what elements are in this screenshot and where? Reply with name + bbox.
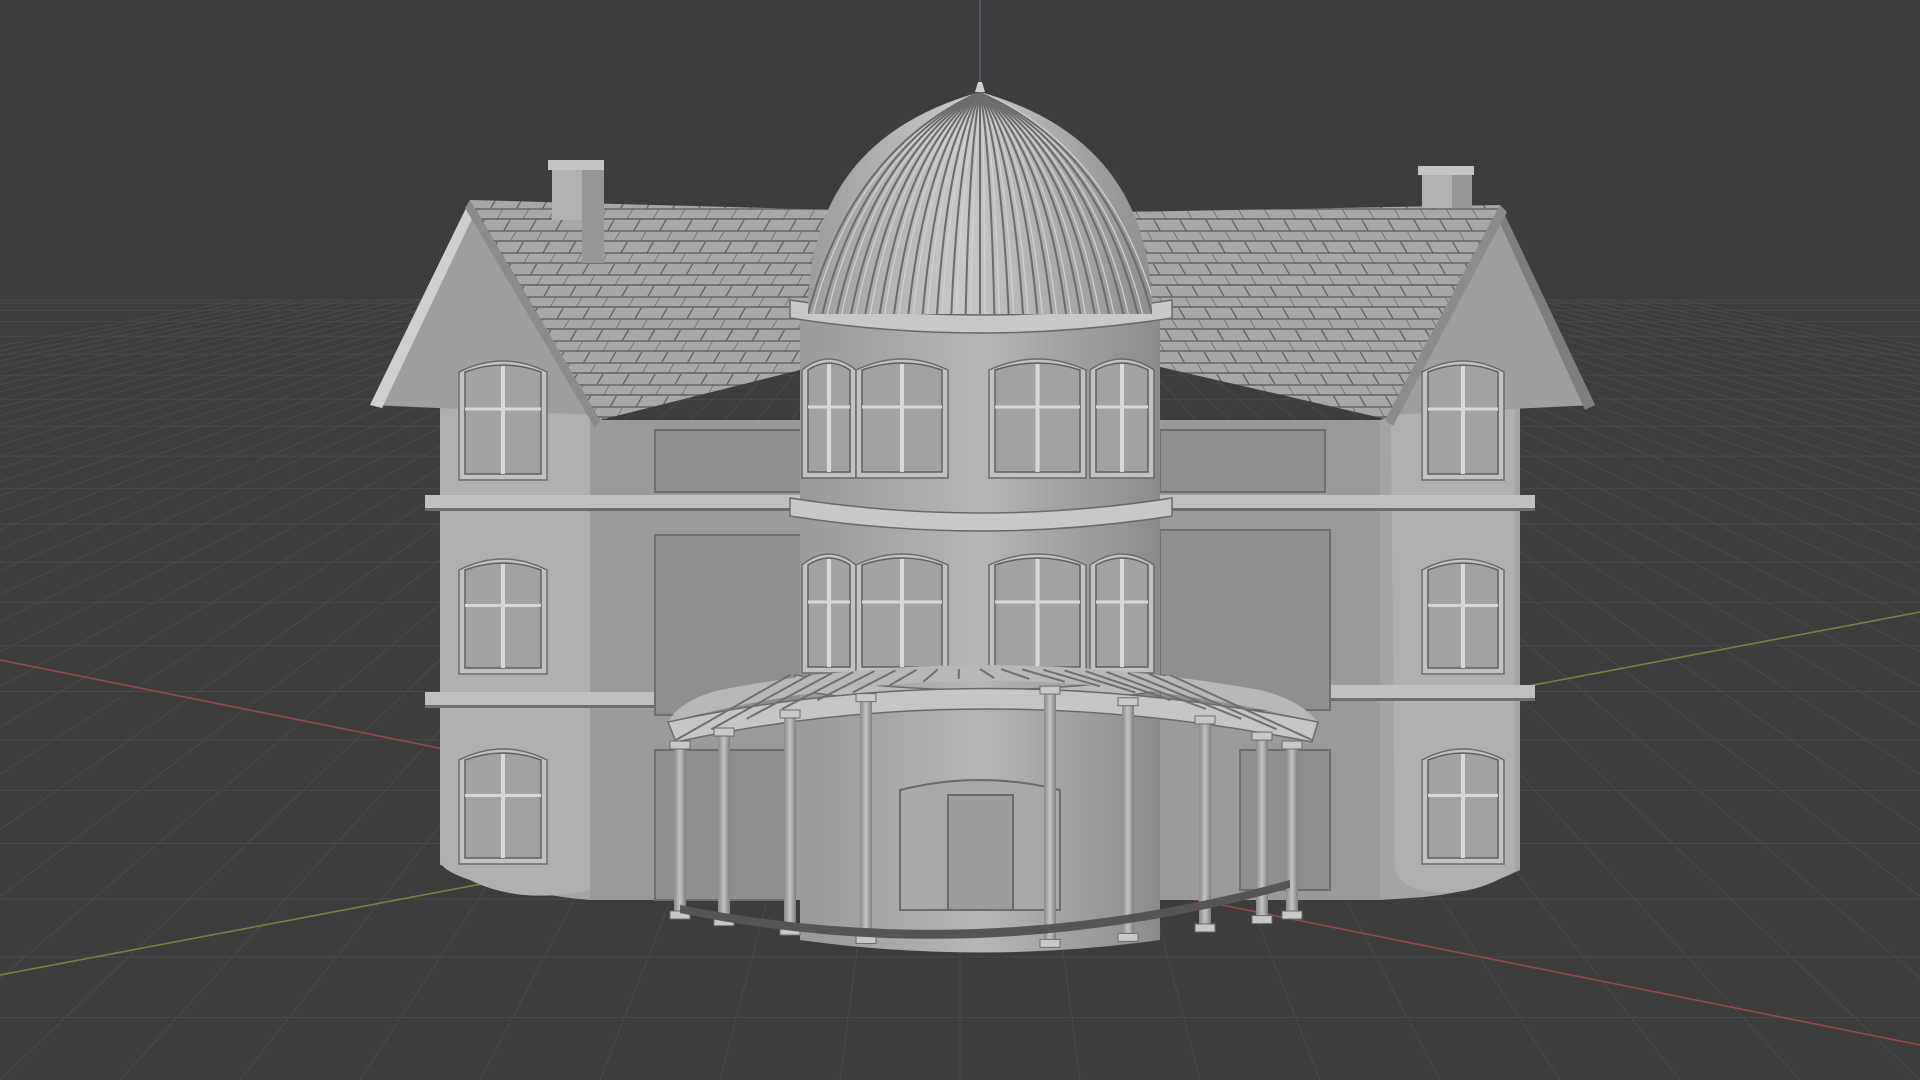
front-door — [899, 779, 1061, 911]
grid-line — [0, 299, 475, 435]
grid-line — [0, 299, 277, 357]
grid-line — [1481, 299, 1920, 417]
porch-column — [674, 745, 686, 915]
3d-viewport[interactable] — [0, 0, 1920, 1080]
grid-line — [1589, 299, 1920, 373]
column-base — [1117, 932, 1139, 942]
porch-column — [718, 732, 730, 922]
porch-column — [1199, 719, 1211, 928]
left-wing — [370, 160, 840, 901]
column-base — [1281, 910, 1303, 920]
grid-line — [1553, 299, 1920, 386]
column-capital — [1117, 697, 1139, 707]
grid-line — [0, 299, 241, 347]
column-base — [1194, 923, 1216, 933]
house-model[interactable] — [370, 82, 1595, 953]
porch-column — [784, 713, 796, 932]
porch-column — [1044, 690, 1056, 944]
column-capital — [1194, 715, 1216, 725]
grid-line — [1607, 299, 1920, 367]
grid-line — [1625, 299, 1920, 362]
column-base — [1251, 915, 1273, 925]
porch-column — [1122, 701, 1134, 938]
grid-line — [1643, 299, 1920, 357]
grid-line — [0, 299, 331, 373]
porch-column — [1286, 745, 1298, 915]
grid-line — [0, 299, 511, 457]
column-base — [1039, 938, 1061, 948]
grid-line — [0, 299, 493, 446]
grid-line — [0, 299, 313, 367]
column-capital — [1281, 740, 1303, 750]
grid-line — [1679, 299, 1920, 347]
column-capital — [855, 693, 877, 703]
column-capital — [1039, 685, 1061, 695]
column-capital — [669, 740, 691, 750]
grid-line — [0, 299, 367, 386]
porch-column — [860, 697, 872, 940]
grid-line — [0, 299, 349, 379]
column-capital — [713, 727, 735, 737]
grid-line — [1571, 299, 1920, 379]
column-capital — [1251, 731, 1273, 741]
column-capital — [779, 709, 801, 719]
viewport-canvas[interactable] — [0, 0, 1920, 1080]
